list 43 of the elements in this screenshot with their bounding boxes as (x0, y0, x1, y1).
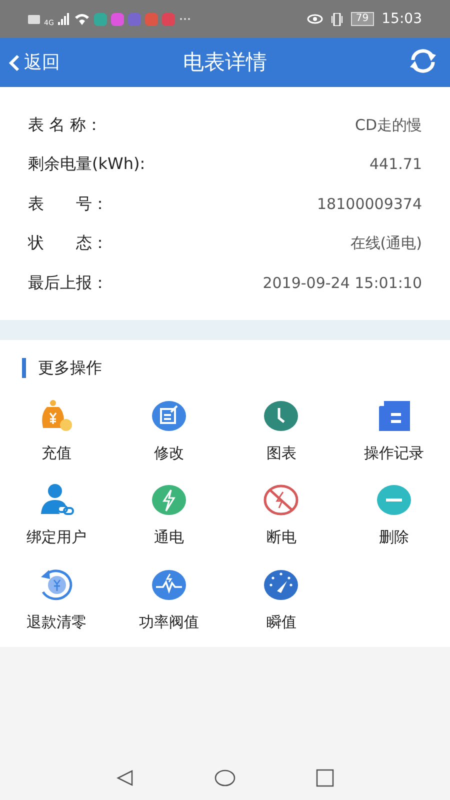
wifi-icon (74, 13, 90, 25)
field-label: 最后上报： (28, 272, 108, 294)
lightning-icon (150, 482, 187, 518)
action-button[interactable]: 操作记录 (338, 390, 450, 470)
clock-time: 15:03 (382, 10, 422, 28)
action-button[interactable]: 功率阀值 (112, 558, 225, 639)
app-icon (94, 12, 107, 26)
vibrate-icon (330, 12, 343, 26)
action-button[interactable]: 充值 (0, 390, 112, 470)
eye-icon (306, 14, 323, 24)
app-icon (128, 12, 141, 26)
action-button[interactable]: 通电 (112, 474, 225, 554)
minus-circle-icon (376, 482, 412, 518)
battery-indicator: 79 (350, 12, 374, 26)
field-value: 18100009374 (317, 194, 422, 214)
hd-icon (28, 14, 40, 24)
action-button[interactable]: 瞬值 (225, 558, 338, 639)
action-button[interactable]: 退款清零 (0, 558, 112, 639)
field-value: CD走的慢 (354, 114, 422, 136)
field-value: 2019-09-24 15:01:10 (262, 272, 422, 294)
back-button[interactable]: 返回 (6, 47, 62, 78)
field-value: 441.71 (370, 154, 422, 175)
action-button[interactable]: 绑定用户 (0, 474, 112, 554)
section-title: 更多操作 (22, 358, 450, 378)
app-icon (144, 12, 158, 26)
signal-icon (58, 13, 70, 25)
field-label: 表 号： (28, 192, 108, 215)
field-label: 状 态： (28, 232, 108, 254)
action-button[interactable]: 断电 (225, 474, 338, 554)
action-button[interactable]: 修改 (112, 390, 225, 470)
action-button[interactable]: 删除 (338, 474, 450, 554)
page-title: 电表详情 (183, 48, 267, 76)
app-icon (110, 12, 124, 26)
action-button[interactable]: 图表 (225, 390, 338, 470)
chevron-left-icon (8, 54, 20, 72)
crossed-circle-icon (263, 482, 300, 518)
field-value: 在线(通电) (350, 233, 422, 254)
more-icon (178, 17, 191, 21)
user-link-icon (38, 482, 74, 518)
field-label: 剩余电量(kWh): (28, 153, 146, 176)
refresh-button[interactable] (408, 48, 438, 74)
app-icon (162, 12, 175, 26)
field-label: 表 名 称： (28, 114, 102, 136)
